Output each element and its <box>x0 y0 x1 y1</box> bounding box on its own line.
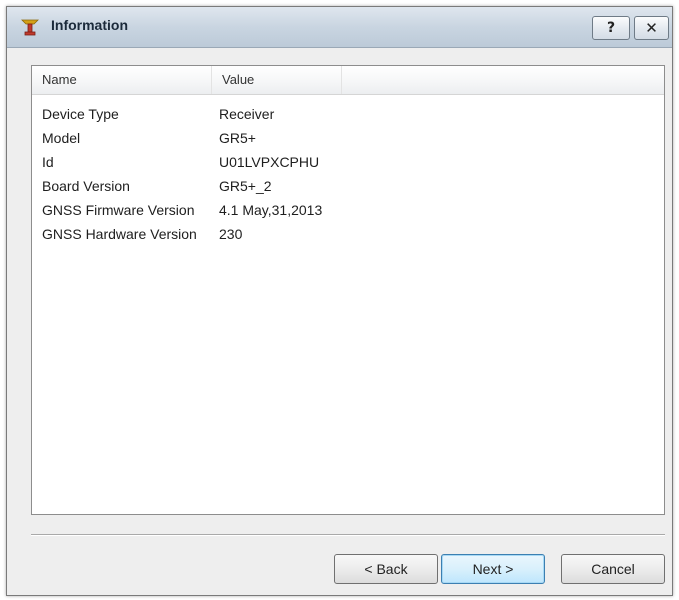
window-title: Information <box>51 17 128 33</box>
row-name: GNSS Firmware Version <box>42 202 195 218</box>
row-name: Model <box>42 130 81 146</box>
row-value: U01LVPXCPHU <box>219 154 320 170</box>
row-value: 4.1 May,31,2013 <box>219 202 323 218</box>
row-value: GR5+ <box>219 130 256 146</box>
row-name: GNSS Hardware Version <box>42 226 197 242</box>
list-row[interactable]: Board Version GR5+_2 <box>32 174 664 198</box>
row-name: Device Type <box>42 106 119 122</box>
row-name: Board Version <box>42 178 130 194</box>
list-row[interactable]: GNSS Firmware Version 4.1 May,31,2013 <box>32 198 664 222</box>
column-header-name[interactable]: Name <box>32 66 212 94</box>
list-row[interactable]: Model GR5+ <box>32 126 664 150</box>
row-name: Id <box>42 154 54 170</box>
row-value: 230 <box>219 226 243 242</box>
close-button[interactable]: ✕ <box>634 16 669 40</box>
list-row[interactable]: GNSS Hardware Version 230 <box>32 222 664 246</box>
column-header-value[interactable]: Value <box>212 66 342 94</box>
footer-divider <box>31 534 665 536</box>
list-row[interactable]: Id U01LVPXCPHU <box>32 150 664 174</box>
list-header: Name Value <box>32 66 664 95</box>
next-button[interactable]: Next > <box>441 554 545 584</box>
cancel-button[interactable]: Cancel <box>561 554 665 584</box>
row-value: GR5+_2 <box>219 178 272 194</box>
list-row[interactable]: Device Type Receiver <box>32 102 664 126</box>
information-dialog: Information ? ✕ Name Value Device Type R… <box>6 6 673 596</box>
row-value: Receiver <box>219 106 275 122</box>
help-button[interactable]: ? <box>592 16 630 40</box>
app-antenna-icon <box>21 18 39 36</box>
device-info-list[interactable]: Name Value Device Type Receiver Model GR… <box>31 65 665 515</box>
back-button[interactable]: < Back <box>334 554 438 584</box>
title-bar[interactable]: Information ? ✕ <box>7 7 672 48</box>
